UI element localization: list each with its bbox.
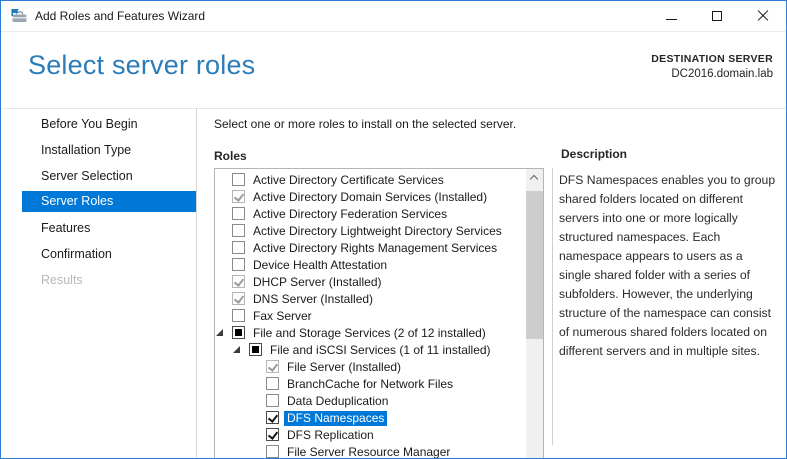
role-row[interactable]: DHCP Server (Installed) [215, 274, 526, 291]
instruction-text: Select one or more roles to install on t… [214, 117, 516, 131]
role-label: Active Directory Rights Management Servi… [253, 241, 497, 256]
role-row[interactable]: Active Directory Domain Services (Instal… [215, 189, 526, 206]
role-label: File and iSCSI Services (1 of 11 install… [270, 343, 491, 358]
sidebar-item-results: Results [1, 267, 196, 293]
role-row[interactable]: DNS Server (Installed) [215, 291, 526, 308]
checkbox-installed[interactable] [266, 360, 279, 373]
role-row[interactable]: Active Directory Federation Services [215, 206, 526, 223]
role-label: Fax Server [253, 309, 312, 324]
checkbox-unchecked[interactable] [232, 207, 245, 220]
vertical-scrollbar[interactable] [526, 169, 543, 459]
checkbox-installed[interactable] [232, 190, 245, 203]
maximize-button[interactable] [694, 1, 740, 31]
window-controls [648, 1, 786, 31]
role-row[interactable]: DFS Namespaces [215, 410, 526, 427]
role-row[interactable]: Data Deduplication [215, 393, 526, 410]
sidebar-item-server-selection[interactable]: Server Selection [1, 163, 196, 189]
minimize-button[interactable] [648, 1, 694, 31]
checkbox-unchecked[interactable] [232, 224, 245, 237]
role-row[interactable]: BranchCache for Network Files [215, 376, 526, 393]
role-label: Active Directory Lightweight Directory S… [253, 224, 502, 239]
description-heading: Description [561, 147, 627, 161]
role-row[interactable]: File and Storage Services (2 of 12 insta… [215, 325, 526, 342]
role-row[interactable]: Active Directory Rights Management Servi… [215, 240, 526, 257]
checkbox-checked[interactable] [266, 428, 279, 441]
role-label: File Server Resource Manager [287, 445, 450, 459]
role-row[interactable]: Device Health Attestation [215, 257, 526, 274]
scrollbar-thumb[interactable] [526, 191, 543, 339]
checkbox-installed[interactable] [232, 292, 245, 305]
checkbox-unchecked[interactable] [232, 241, 245, 254]
role-row[interactable]: Active Directory Certificate Services [215, 172, 526, 189]
chevron-up-icon [530, 175, 538, 183]
roles-listbox[interactable]: Active Directory Certificate Services Act… [214, 168, 544, 459]
tree-expander-icon[interactable] [233, 346, 240, 353]
destination-server-label: DESTINATION SERVER [651, 53, 773, 65]
role-label: DHCP Server (Installed) [253, 275, 381, 290]
role-row[interactable]: File Server Resource Manager [215, 444, 526, 459]
sidebar-divider [196, 108, 197, 458]
minimize-icon [666, 19, 677, 20]
roles-list: Active Directory Certificate Services Act… [215, 169, 526, 459]
checkbox-checked[interactable] [266, 411, 279, 424]
server-manager-icon [11, 8, 28, 24]
checkbox-partial[interactable] [232, 326, 245, 339]
role-label: Active Directory Certificate Services [253, 173, 444, 188]
sidebar-item-before-you-begin[interactable]: Before You Begin [1, 111, 196, 137]
window-title: Add Roles and Features Wizard [35, 9, 205, 23]
checkbox-unchecked[interactable] [266, 394, 279, 407]
tree-expander-icon[interactable] [216, 329, 223, 336]
sidebar-nav: Before You BeginInstallation TypeServer … [1, 111, 196, 458]
checkbox-unchecked[interactable] [266, 445, 279, 458]
header-divider [1, 108, 786, 109]
role-label: Active Directory Domain Services (Instal… [253, 190, 487, 205]
checkbox-installed[interactable] [232, 275, 245, 288]
role-label: Device Health Attestation [253, 258, 387, 273]
role-label: File and Storage Services (2 of 12 insta… [253, 326, 486, 341]
checkbox-unchecked[interactable] [232, 173, 245, 186]
role-row[interactable]: File and iSCSI Services (1 of 11 install… [215, 342, 526, 359]
role-row[interactable]: DFS Replication [215, 427, 526, 444]
checkbox-unchecked[interactable] [266, 377, 279, 390]
maximize-icon [712, 11, 722, 21]
description-text: DFS Namespaces enables you to group shar… [559, 171, 776, 361]
sidebar-item-features[interactable]: Features [1, 215, 196, 241]
sidebar-item-server-roles[interactable]: Server Roles [22, 191, 196, 212]
close-icon [757, 10, 769, 22]
role-label: Active Directory Federation Services [253, 207, 447, 222]
close-button[interactable] [740, 1, 786, 31]
role-label: DNS Server (Installed) [253, 292, 373, 307]
page-title: Select server roles [28, 50, 255, 81]
role-row[interactable]: Fax Server [215, 308, 526, 325]
header-band: Select server roles DESTINATION SERVER D… [1, 33, 786, 108]
sidebar-item-confirmation[interactable]: Confirmation [1, 241, 196, 267]
title-bar: Add Roles and Features Wizard [1, 1, 786, 32]
sidebar-item-installation-type[interactable]: Installation Type [1, 137, 196, 163]
checkbox-partial[interactable] [249, 343, 262, 356]
role-label: DFS Namespaces [284, 411, 387, 426]
role-label: Data Deduplication [287, 394, 388, 409]
wizard-window: Add Roles and Features Wizard Select ser… [0, 0, 787, 459]
checkbox-unchecked[interactable] [232, 258, 245, 271]
destination-server-name: DC2016.domain.lab [651, 68, 773, 80]
roles-heading: Roles [214, 149, 247, 163]
scroll-up-button[interactable] [526, 169, 543, 187]
role-label: BranchCache for Network Files [287, 377, 453, 392]
destination-server-block: DESTINATION SERVER DC2016.domain.lab [651, 53, 773, 80]
role-row[interactable]: Active Directory Lightweight Directory S… [215, 223, 526, 240]
role-label: DFS Replication [287, 428, 374, 443]
checkbox-unchecked[interactable] [232, 309, 245, 322]
role-label: File Server (Installed) [287, 360, 401, 375]
role-row[interactable]: File Server (Installed) [215, 359, 526, 376]
description-divider [552, 168, 553, 445]
